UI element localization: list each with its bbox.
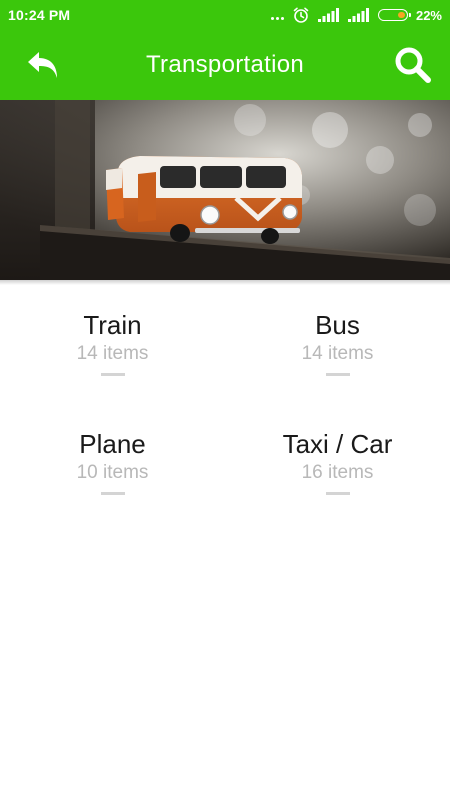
- screen: 10:24 PM 22% Transportation Train 14 ite…: [0, 0, 450, 800]
- category-count: 14 items: [301, 343, 374, 364]
- category-name: Train: [83, 310, 142, 340]
- category-bus[interactable]: Bus 14 items: [225, 300, 450, 400]
- category-count: 14 items: [76, 343, 149, 364]
- signal-icon: [317, 8, 339, 22]
- hero-image: [0, 100, 450, 280]
- battery-icon: [377, 9, 411, 21]
- battery-percent: 22%: [415, 7, 442, 23]
- status-icons: 22%: [270, 5, 442, 25]
- category-divider: [325, 492, 350, 495]
- alarm-icon: [293, 7, 309, 23]
- category-divider: [325, 373, 350, 376]
- category-name: Bus: [315, 310, 360, 340]
- category-count: 10 items: [76, 462, 149, 483]
- signal-icon: [347, 8, 369, 22]
- toy-van-photo: [0, 100, 450, 280]
- category-divider: [100, 373, 125, 376]
- app-bar: Transportation: [0, 30, 450, 100]
- category-train[interactable]: Train 14 items: [0, 300, 225, 400]
- category-name: Plane: [79, 429, 146, 459]
- category-divider: [100, 492, 125, 495]
- status-bar: 10:24 PM 22%: [0, 0, 450, 30]
- page-title: Transportation: [145, 51, 305, 78]
- category-taxi-car[interactable]: Taxi / Car 16 items: [225, 419, 450, 519]
- search-button[interactable]: [392, 44, 434, 86]
- status-time: 10:24 PM: [8, 7, 71, 23]
- category-count: 16 items: [301, 462, 374, 483]
- battery-level-fill: [398, 11, 406, 18]
- category-name: Taxi / Car: [282, 429, 393, 459]
- search-icon: [395, 47, 431, 83]
- category-plane[interactable]: Plane 10 items: [0, 419, 225, 519]
- hero-shadow: [0, 280, 450, 285]
- more-dots-icon: [270, 11, 284, 20]
